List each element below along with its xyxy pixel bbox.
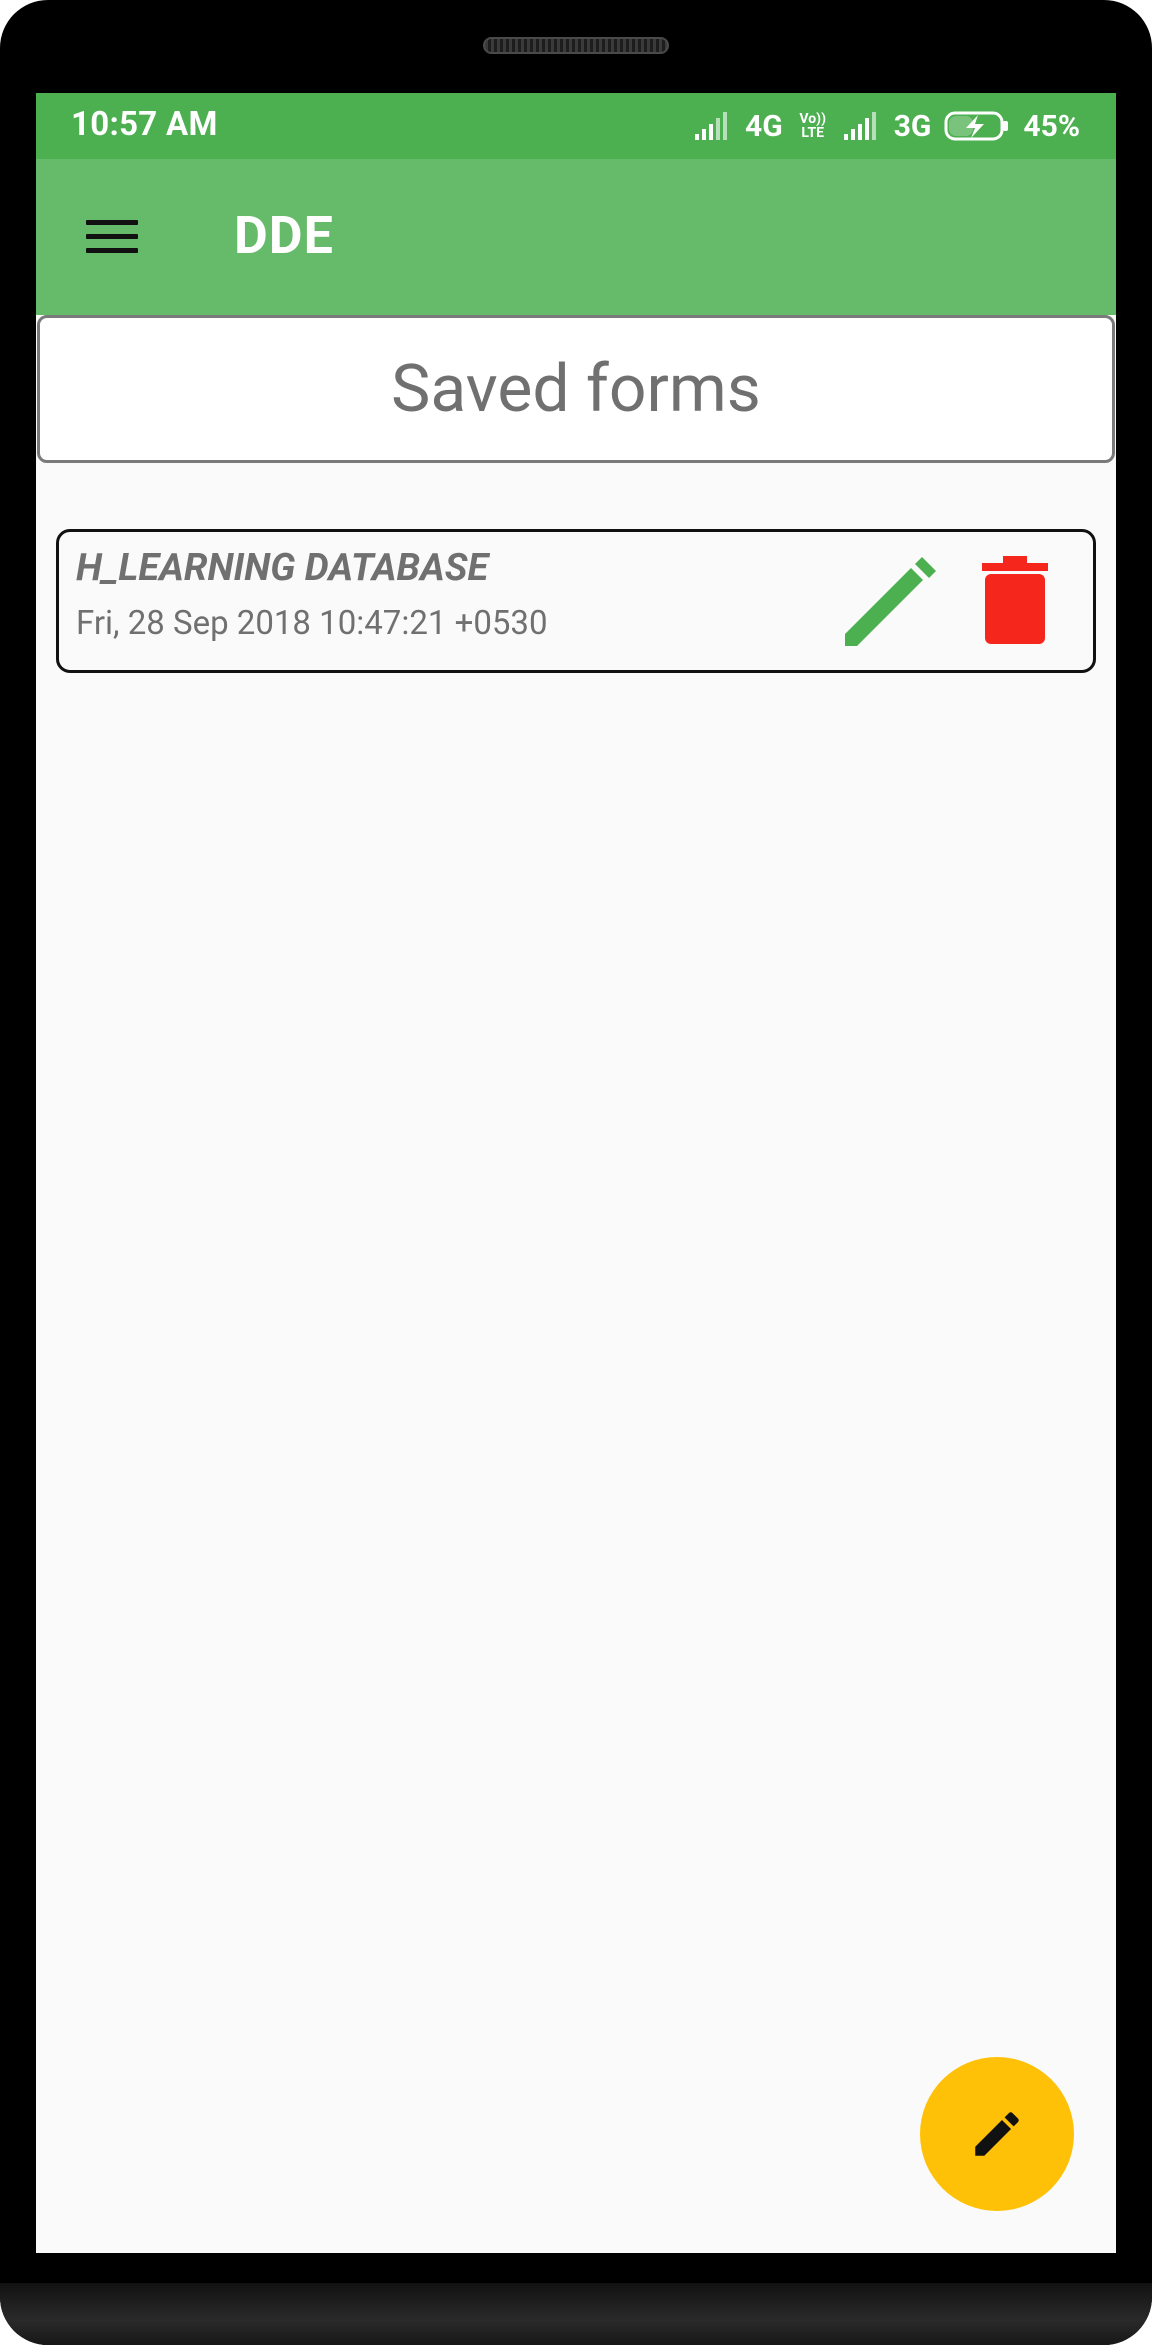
delete-form-button[interactable] <box>979 550 1051 652</box>
page-title: Saved forms <box>391 350 761 428</box>
phone-frame: 10:57 AM 4G Vo)) LTE 3G 45% DDE Saved fo… <box>0 0 1152 2345</box>
signal-strength-icon <box>695 112 728 140</box>
trash-icon <box>982 556 1048 644</box>
edit-form-button[interactable] <box>839 550 941 652</box>
signal-strength-icon-2 <box>843 112 876 140</box>
status-indicators: 4G Vo)) LTE 3G 45% <box>694 103 1080 149</box>
form-saved-date: Fri, 28 Sep 2018 10:47:21 +0530 <box>76 604 548 643</box>
form-name: H_LEARNING DATABASE <box>76 546 489 590</box>
volte-icon: Vo)) LTE <box>796 112 830 140</box>
saved-forms-header: Saved forms <box>37 315 1115 463</box>
network-type-label-2: 3G <box>893 108 932 144</box>
battery-percentage: 45% <box>1023 108 1080 144</box>
volte-top-label: Vo)) <box>799 111 826 127</box>
earpiece-speaker <box>483 37 669 54</box>
pencil-icon <box>845 557 936 646</box>
bottom-bezel <box>0 2283 1152 2345</box>
app-toolbar: DDE <box>36 159 1116 315</box>
battery-charging-icon <box>944 111 1009 141</box>
list-item[interactable]: H_LEARNING DATABASE Fri, 28 Sep 2018 10:… <box>56 529 1096 673</box>
status-bar: 10:57 AM 4G Vo)) LTE 3G 45% <box>36 93 1116 159</box>
app-screen: 10:57 AM 4G Vo)) LTE 3G 45% DDE Saved fo… <box>36 93 1116 2253</box>
volte-bottom-label: LTE <box>801 125 824 141</box>
hamburger-menu-icon[interactable] <box>72 196 152 276</box>
status-time: 10:57 AM <box>71 105 218 144</box>
network-type-label: 4G <box>745 108 783 144</box>
pencil-icon <box>975 2112 1019 2156</box>
app-title: DDE <box>234 205 334 266</box>
new-form-fab[interactable] <box>920 2057 1074 2211</box>
